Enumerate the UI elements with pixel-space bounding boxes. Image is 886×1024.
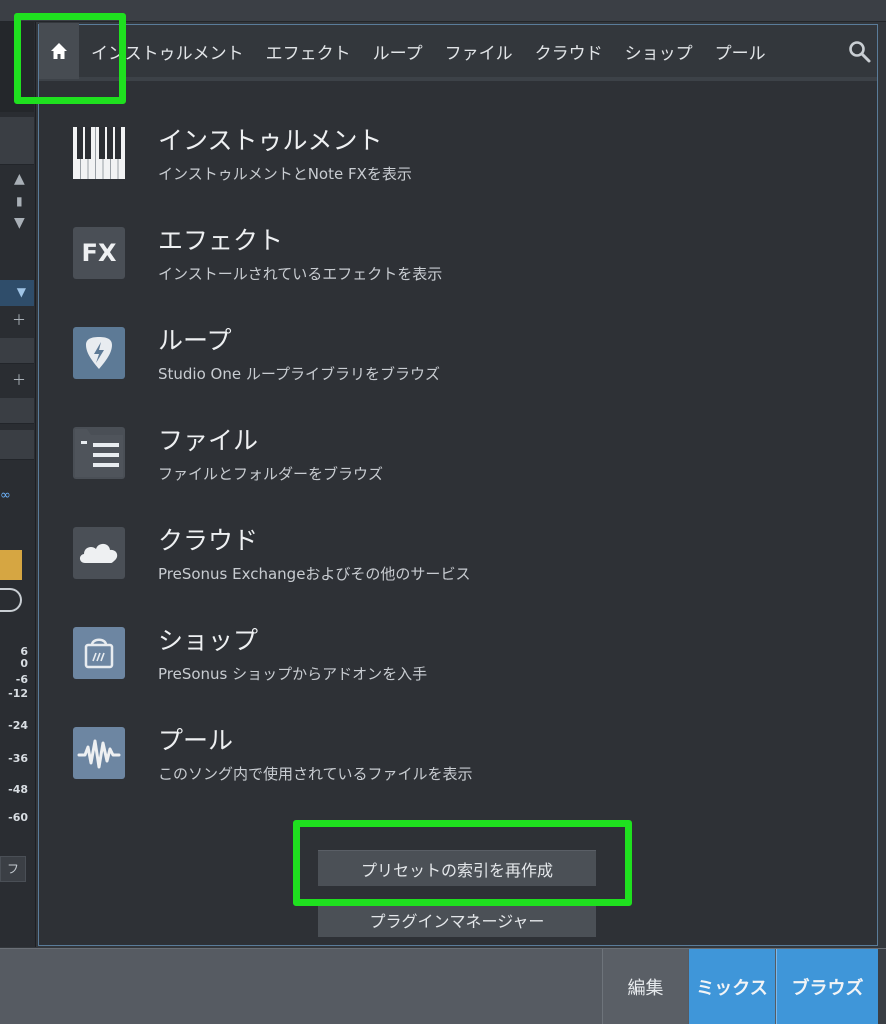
- tab-shop[interactable]: ショップ: [625, 39, 693, 64]
- item-description: Studio One ループライブラリをブラウズ: [158, 365, 440, 383]
- fx-icon: FX: [73, 227, 125, 279]
- item-title: エフェクト: [158, 226, 284, 255]
- item-description: PreSonus Exchangeおよびその他のサービス: [158, 565, 471, 583]
- plugin-manager-button[interactable]: プラグインマネージャー: [318, 901, 596, 937]
- item-title: クラウド: [158, 526, 259, 555]
- cloud-icon: [73, 527, 125, 579]
- meter-scale-label: -60: [8, 811, 28, 824]
- meter-scale-label: -36: [8, 752, 28, 765]
- tab-cloud[interactable]: クラウド: [535, 39, 603, 64]
- chevron-down-icon: ▼: [16, 285, 26, 299]
- item-description: インストゥルメントとNote FXを表示: [158, 165, 412, 183]
- list-item-instruments[interactable]: インストゥルメント インストゥルメントとNote FXを表示: [39, 85, 877, 185]
- list-item-shop[interactable]: ショップ PreSonus ショップからアドオンを入手: [39, 585, 877, 685]
- window-edge: [878, 949, 886, 1024]
- browser-nav: インストゥルメント エフェクト ループ ファイル クラウド ショップ プール: [39, 23, 877, 81]
- list-item-effects[interactable]: FX エフェクト インストールされているエフェクトを表示: [39, 185, 877, 285]
- bottom-bar: 編集 ミックス ブラウズ: [0, 948, 886, 1024]
- scroll-thumb-icon[interactable]: ▮: [16, 194, 23, 208]
- item-title: ショップ: [158, 626, 259, 655]
- search-icon: [849, 41, 871, 63]
- title-strip: [0, 0, 886, 22]
- studio-one-window: ▲ ▮ ▼ ▼ ＋ ＋ ∞ 6 0 -6 -12 -24 -36 -48 -60…: [0, 0, 886, 1024]
- list-item-cloud[interactable]: クラウド PreSonus Exchangeおよびその他のサービス: [39, 485, 877, 585]
- tab-loops[interactable]: ループ: [373, 39, 423, 64]
- send-slot[interactable]: [0, 430, 34, 460]
- browser-panel: インストゥルメント エフェクト ループ ファイル クラウド ショップ プール イ…: [38, 23, 878, 946]
- list-item-loops[interactable]: ループ Studio One ループライブラリをブラウズ: [39, 285, 877, 385]
- item-description: このソング内で使用されているファイルを表示: [158, 765, 473, 783]
- shopping-bag-icon: [73, 627, 125, 679]
- meter-scale-label: 0: [20, 657, 28, 670]
- meter-scale-label: -48: [8, 783, 28, 796]
- home-icon: [51, 43, 67, 59]
- tab-instruments[interactable]: インストゥルメント: [91, 39, 244, 64]
- item-title: ファイル: [158, 426, 259, 455]
- tab-effects[interactable]: エフェクト: [266, 39, 351, 64]
- mix-button[interactable]: ミックス: [689, 949, 775, 1024]
- item-title: インストゥルメント: [158, 126, 383, 155]
- item-title: プール: [158, 726, 234, 755]
- scroll-down-icon[interactable]: ▼: [14, 216, 25, 230]
- piano-keys-icon: [73, 127, 125, 179]
- meter-scale-label: -12: [8, 687, 28, 700]
- folder-list-icon: [73, 427, 125, 479]
- home-tab[interactable]: [39, 23, 79, 79]
- insert-slot[interactable]: [0, 338, 34, 364]
- add-send-icon[interactable]: ＋: [12, 374, 26, 388]
- mixer-header-area: [0, 22, 34, 112]
- send-slot[interactable]: [0, 398, 34, 424]
- waveform-icon: [73, 727, 125, 779]
- edit-button[interactable]: 編集: [602, 949, 688, 1024]
- rebuild-preset-index-button[interactable]: プリセットの索引を再作成: [318, 850, 596, 886]
- list-item-files[interactable]: ファイル ファイルとフォルダーをブラウズ: [39, 385, 877, 485]
- tab-pool[interactable]: プール: [715, 39, 766, 64]
- record-icon[interactable]: [0, 588, 22, 612]
- item-description: ファイルとフォルダーをブラウズ: [158, 465, 384, 483]
- meter-scale-label: -6: [15, 673, 28, 686]
- channel-selector[interactable]: ▼: [0, 280, 34, 306]
- search-button[interactable]: [847, 39, 873, 65]
- channel-name-fragment: フ: [0, 856, 26, 882]
- meter-scale-label: -24: [8, 719, 28, 732]
- item-description: PreSonus ショップからアドオンを入手: [158, 665, 428, 683]
- fx-icon-label: FX: [81, 239, 117, 267]
- browse-button[interactable]: ブラウズ: [776, 949, 878, 1024]
- list-item-pool[interactable]: プール このソング内で使用されているファイルを表示: [39, 685, 877, 785]
- guitar-pick-icon: [73, 327, 125, 379]
- scroll-up-icon[interactable]: ▲: [14, 172, 25, 186]
- solo-button[interactable]: [0, 550, 22, 580]
- item-title: ループ: [158, 326, 232, 355]
- item-description: インストールされているエフェクトを表示: [158, 265, 443, 283]
- mixer-side-panel: ▲ ▮ ▼ ▼ ＋ ＋ ∞ 6 0 -6 -12 -24 -36 -48 -60…: [0, 22, 36, 947]
- mixer-channel-block: [0, 117, 34, 165]
- tab-files[interactable]: ファイル: [445, 39, 513, 64]
- add-insert-icon[interactable]: ＋: [12, 314, 26, 328]
- link-icon[interactable]: ∞: [0, 488, 11, 503]
